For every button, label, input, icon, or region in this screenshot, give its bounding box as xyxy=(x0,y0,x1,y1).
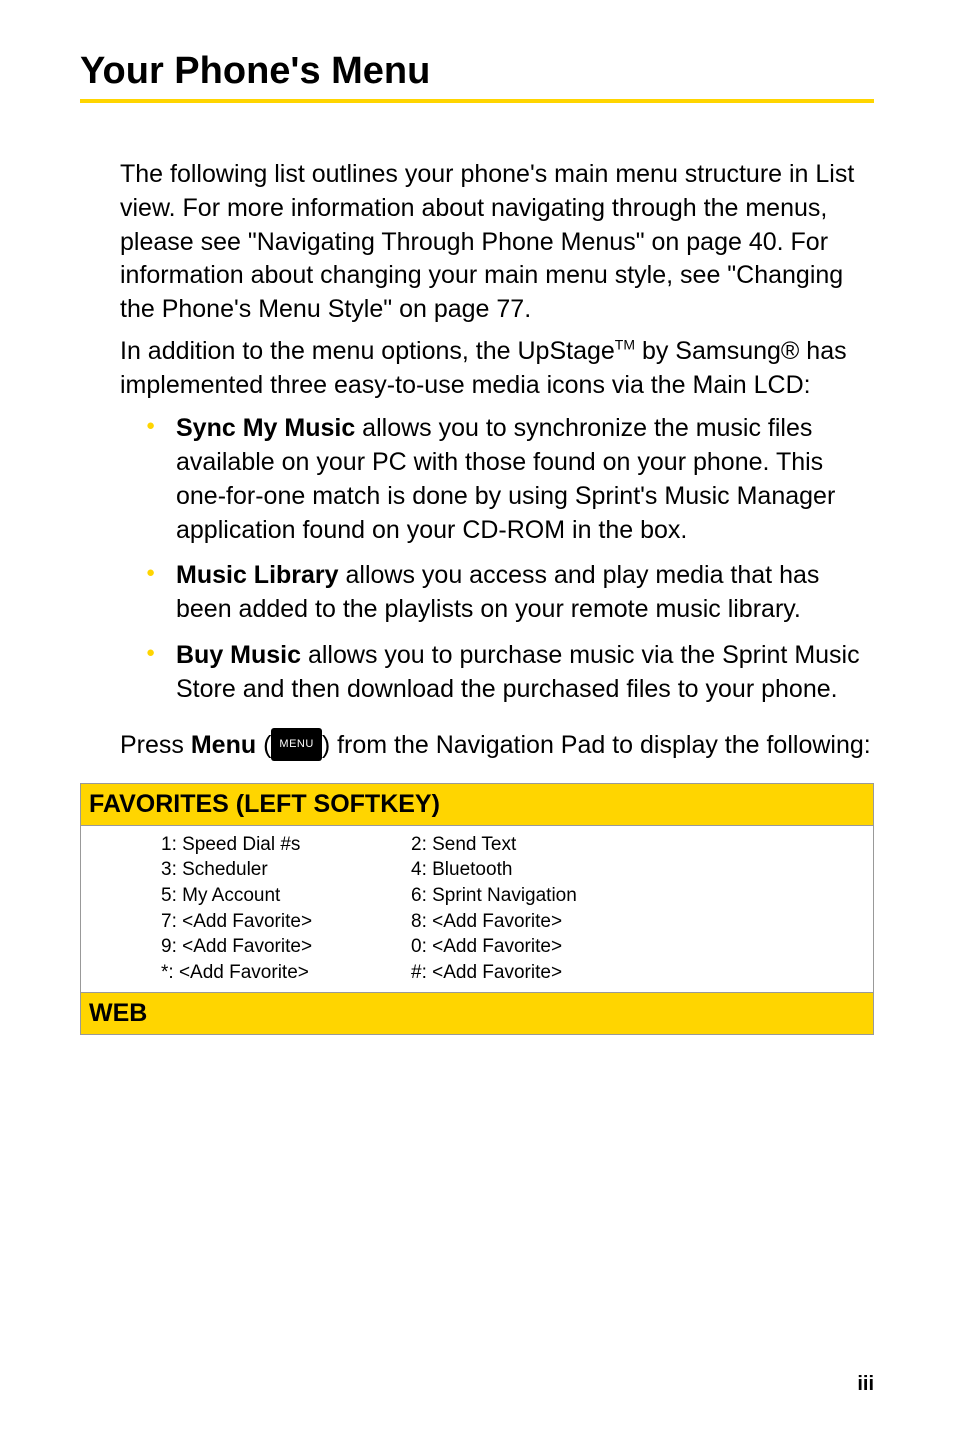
fav-cell: 8: <Add Favorite> xyxy=(411,909,873,935)
bullet-buy: Buy Music allows you to purchase music v… xyxy=(146,639,864,707)
bullet-list: Sync My Music allows you to synchronize … xyxy=(146,412,864,706)
intro-p1: The following list outlines your phone's… xyxy=(120,158,864,327)
intro-p2: In addition to the menu options, the UpS… xyxy=(120,335,864,403)
bullet-library: Music Library allows you access and play… xyxy=(146,559,864,627)
press-paren-close: ) from the Navigation Pad to display the… xyxy=(322,731,871,759)
bullet-buy-label: Buy Music xyxy=(176,641,301,669)
press-menu-label: Menu xyxy=(191,731,256,759)
fav-cell: 3: Scheduler xyxy=(161,857,411,883)
fav-row: 1: Speed Dial #s 2: Send Text xyxy=(161,832,873,858)
fav-row: 3: Scheduler 4: Bluetooth xyxy=(161,857,873,883)
press-paren-open: ( xyxy=(256,731,271,759)
fav-cell: 2: Send Text xyxy=(411,832,873,858)
web-header: WEB xyxy=(80,992,874,1035)
trademark-symbol: TM xyxy=(615,336,635,352)
fav-cell: 9: <Add Favorite> xyxy=(161,934,411,960)
intro-p2a: In addition to the menu options, the UpS… xyxy=(120,337,615,365)
page-number: iii xyxy=(857,1373,874,1396)
bullet-library-label: Music Library xyxy=(176,561,339,589)
body-text: The following list outlines your phone's… xyxy=(120,158,864,706)
fav-row: 7: <Add Favorite> 8: <Add Favorite> xyxy=(161,909,873,935)
menu-button-icon: MENU xyxy=(271,728,321,761)
press-menu-instruction: Press Menu (MENU) from the Navigation Pa… xyxy=(120,724,874,767)
fav-row: *: <Add Favorite> #: <Add Favorite> xyxy=(161,960,873,986)
fav-row: 9: <Add Favorite> 0: <Add Favorite> xyxy=(161,934,873,960)
bullet-sync: Sync My Music allows you to synchronize … xyxy=(146,412,864,547)
fav-cell: 7: <Add Favorite> xyxy=(161,909,411,935)
fav-cell: 4: Bluetooth xyxy=(411,857,873,883)
fav-cell: 0: <Add Favorite> xyxy=(411,934,873,960)
bullet-sync-label: Sync My Music xyxy=(176,414,355,442)
title-underline xyxy=(80,99,874,103)
favorites-header: FAVORITES (LEFT SOFTKEY) xyxy=(80,783,874,826)
fav-cell: #: <Add Favorite> xyxy=(411,960,873,986)
fav-cell: 6: Sprint Navigation xyxy=(411,883,873,909)
fav-cell: *: <Add Favorite> xyxy=(161,960,411,986)
fav-cell: 5: My Account xyxy=(161,883,411,909)
fav-cell: 1: Speed Dial #s xyxy=(161,832,411,858)
favorites-content: 1: Speed Dial #s 2: Send Text 3: Schedul… xyxy=(80,826,874,992)
fav-row: 5: My Account 6: Sprint Navigation xyxy=(161,883,873,909)
page-title: Your Phone's Menu xyxy=(80,50,874,93)
press-a: Press xyxy=(120,731,191,759)
